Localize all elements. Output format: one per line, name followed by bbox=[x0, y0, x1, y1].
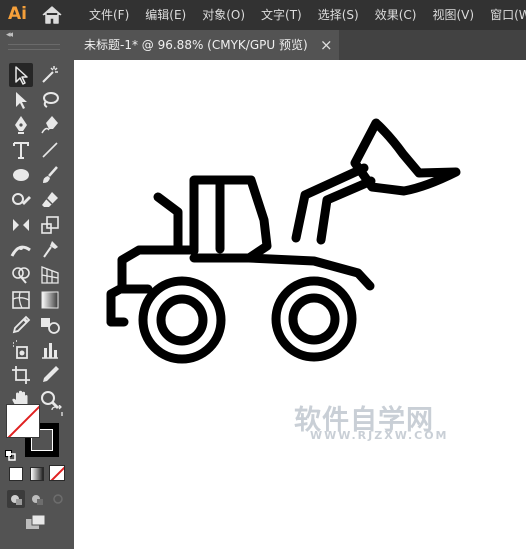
rotate-tool-icon[interactable] bbox=[9, 213, 33, 237]
gradient-mode-button[interactable] bbox=[30, 467, 44, 481]
scale-tool-icon[interactable] bbox=[38, 213, 62, 237]
menu-item-edit[interactable]: 编辑(E) bbox=[145, 0, 186, 30]
tools-panel: ◂◂ bbox=[0, 30, 73, 549]
watermark: 软件自学网 WWW.RJZXW.COM bbox=[294, 398, 447, 448]
magic-wand-tool-icon[interactable] bbox=[38, 63, 62, 87]
loader-bucket bbox=[350, 118, 461, 196]
puppet-warp-tool-icon[interactable] bbox=[38, 238, 62, 262]
menu-item-view[interactable]: 视图(V) bbox=[432, 0, 474, 30]
menu-item-object[interactable]: 对象(O) bbox=[202, 0, 245, 30]
loader-boom-right bbox=[316, 176, 376, 245]
selection-tool-icon[interactable] bbox=[9, 63, 33, 87]
paintbrush-tool-icon[interactable] bbox=[38, 163, 62, 187]
perspective-grid-tool-icon[interactable] bbox=[38, 263, 62, 287]
swap-fill-stroke-icon[interactable] bbox=[50, 404, 64, 418]
draw-behind-button[interactable] bbox=[28, 490, 46, 508]
curvature-tool-icon[interactable] bbox=[38, 113, 62, 137]
menu-item-select[interactable]: 选择(S) bbox=[318, 0, 359, 30]
draw-normal-button[interactable] bbox=[7, 490, 25, 508]
direct-selection-tool-icon[interactable] bbox=[9, 88, 33, 112]
menu-item-window[interactable]: 窗口(W) bbox=[490, 0, 526, 30]
shaper-tool-icon[interactable] bbox=[9, 188, 33, 212]
artboard-canvas[interactable]: 软件自学网 WWW.RJZXW.COM bbox=[74, 60, 526, 549]
watermark-url: WWW.RJZXW.COM bbox=[310, 429, 449, 442]
rear-wheel-outer bbox=[138, 276, 226, 364]
none-icon bbox=[50, 466, 64, 480]
collapse-panel-icon[interactable]: ◂◂ bbox=[6, 30, 13, 40]
ellipse-tool-icon[interactable] bbox=[9, 163, 33, 187]
rear-wheel-inner bbox=[156, 294, 208, 346]
fill-swatch-front[interactable] bbox=[6, 404, 40, 438]
blend-tool-icon[interactable] bbox=[38, 313, 62, 337]
eyedropper-tool-icon[interactable] bbox=[9, 313, 33, 337]
none-mode-button[interactable] bbox=[49, 465, 65, 481]
menu-item-file[interactable]: 文件(F) bbox=[89, 0, 129, 30]
front-wheel-outer bbox=[271, 276, 357, 362]
home-icon[interactable] bbox=[41, 5, 63, 25]
menu-item-type[interactable]: 文字(T) bbox=[261, 0, 302, 30]
slice-tool-icon[interactable] bbox=[38, 363, 62, 387]
app-logo: Ai bbox=[8, 4, 27, 24]
symbol-sprayer-tool-icon[interactable] bbox=[9, 338, 33, 362]
panel-grip[interactable] bbox=[8, 44, 60, 50]
gradient-tool-icon[interactable] bbox=[38, 288, 62, 312]
document-tab-title: 未标题-1* @ 96.88% (CMYK/GPU 预览) bbox=[84, 38, 308, 52]
default-fill-stroke-icon[interactable] bbox=[5, 446, 16, 461]
document-tab-bar: 未标题-1* @ 96.88% (CMYK/GPU 预览) × bbox=[74, 30, 526, 60]
pen-tool-icon[interactable] bbox=[9, 113, 33, 137]
screen-mode-button[interactable] bbox=[25, 514, 47, 532]
color-mode-solid-button[interactable] bbox=[9, 467, 23, 481]
main-menu: 文件(F) 编辑(E) 对象(O) 文字(T) 选择(S) 效果(C) 视图(V… bbox=[89, 0, 526, 30]
menu-bar: Ai 文件(F) 编辑(E) 对象(O) 文字(T) 选择(S) 效果(C) 视… bbox=[0, 0, 526, 30]
document-tab[interactable]: 未标题-1* @ 96.88% (CMYK/GPU 预览) × bbox=[74, 30, 339, 60]
draw-inside-button[interactable] bbox=[49, 490, 67, 508]
eraser-tool-icon[interactable] bbox=[38, 188, 62, 212]
lasso-tool-icon[interactable] bbox=[38, 88, 62, 112]
bulldozer-loader-artwork[interactable] bbox=[74, 60, 526, 549]
column-graph-tool-icon[interactable] bbox=[38, 338, 62, 362]
artboard-tool-icon[interactable] bbox=[9, 363, 33, 387]
front-wheel-inner bbox=[288, 293, 340, 345]
close-tab-icon[interactable]: × bbox=[320, 30, 333, 60]
loader-exhaust-pipe bbox=[153, 192, 183, 253]
menu-item-effect[interactable]: 效果(C) bbox=[375, 0, 417, 30]
shape-builder-tool-icon[interactable] bbox=[9, 263, 33, 287]
mesh-tool-icon[interactable] bbox=[9, 288, 33, 312]
line-segment-tool-icon[interactable] bbox=[38, 138, 62, 162]
type-tool-icon[interactable] bbox=[9, 138, 33, 162]
loader-cab bbox=[189, 175, 272, 263]
width-tool-icon[interactable] bbox=[9, 238, 33, 262]
